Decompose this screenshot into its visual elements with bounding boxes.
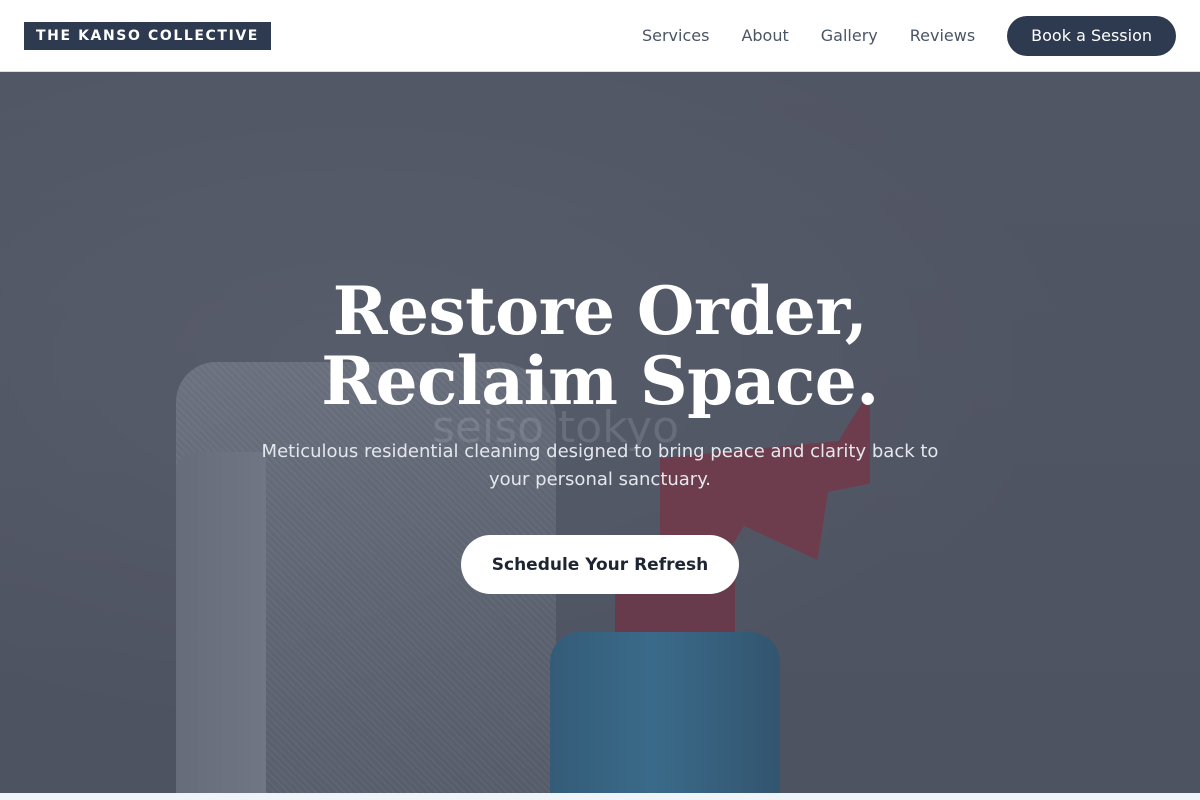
nav-link-about[interactable]: About bbox=[741, 26, 788, 45]
hero-title-line-2: Reclaim Space. bbox=[321, 342, 879, 420]
next-section-edge bbox=[0, 793, 1200, 800]
nav-link-gallery[interactable]: Gallery bbox=[821, 26, 878, 45]
nav-link-reviews[interactable]: Reviews bbox=[910, 26, 975, 45]
schedule-refresh-button[interactable]: Schedule Your Refresh bbox=[461, 535, 739, 594]
hero-section: seiso tokyo Restore Order, Reclaim Space… bbox=[0, 72, 1200, 793]
brand-logo[interactable]: THE KANSO COLLECTIVE bbox=[24, 21, 271, 50]
hero-title: Restore Order, Reclaim Space. bbox=[0, 276, 1200, 416]
main-nav: Services About Gallery Reviews Book a Se… bbox=[642, 15, 1176, 56]
nav-link-services[interactable]: Services bbox=[642, 26, 709, 45]
site-header: THE KANSO COLLECTIVE Services About Gall… bbox=[0, 0, 1200, 72]
hero-content: Restore Order, Reclaim Space. Meticulous… bbox=[0, 72, 1200, 793]
hero-title-line-1: Restore Order, bbox=[332, 272, 868, 350]
hero-subtitle: Meticulous residential cleaning designed… bbox=[261, 441, 939, 490]
book-session-button[interactable]: Book a Session bbox=[1007, 15, 1176, 56]
